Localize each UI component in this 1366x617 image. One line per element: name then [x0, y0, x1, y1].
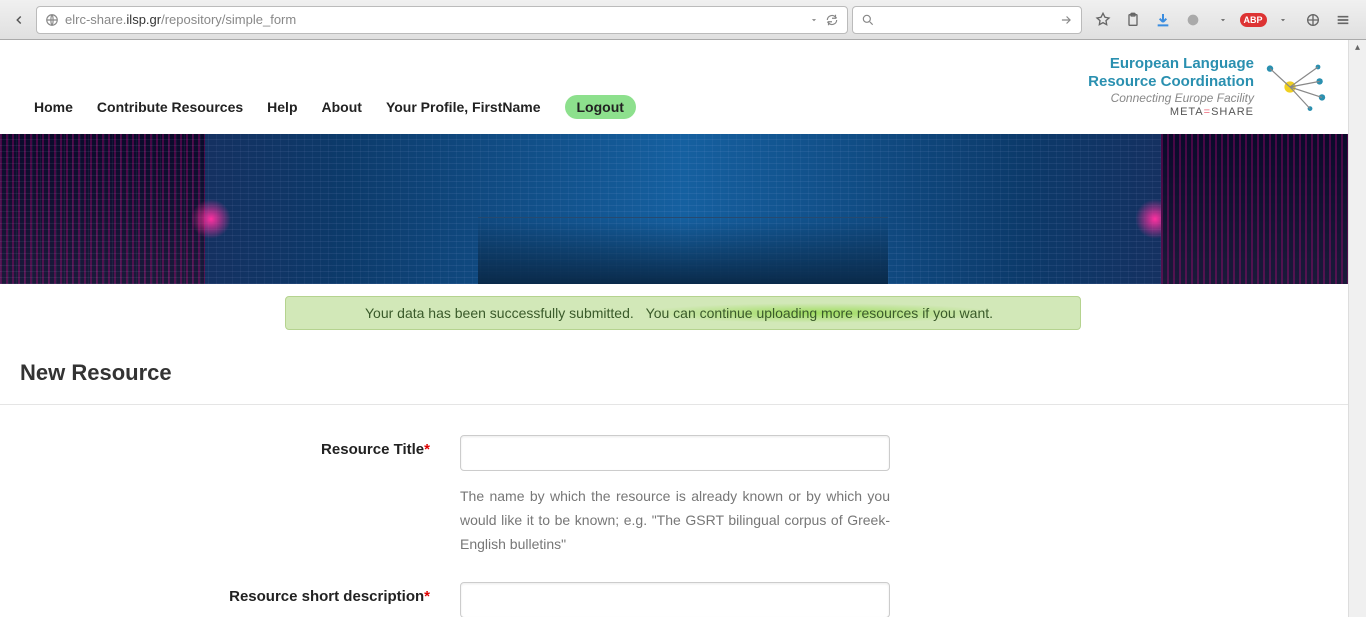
- search-icon: [861, 13, 875, 27]
- url-bar[interactable]: elrc-share.ilsp.gr/repository/simple_for…: [36, 6, 848, 34]
- logo-text: European Language Resource Coordination …: [1088, 55, 1254, 119]
- nav-profile[interactable]: Your Profile, FirstName: [386, 99, 541, 115]
- abp-icon[interactable]: ABP: [1242, 9, 1264, 31]
- dropdown-icon[interactable]: [809, 15, 819, 25]
- dropdown-arrow-icon[interactable]: [1272, 9, 1294, 31]
- nav-about[interactable]: About: [322, 99, 362, 115]
- dropdown-arrow-icon[interactable]: [1212, 9, 1234, 31]
- logout-button[interactable]: Logout: [565, 95, 636, 119]
- logo[interactable]: European Language Resource Coordination …: [1088, 55, 1326, 119]
- resource-short-desc-label: Resource short description*: [0, 582, 430, 617]
- browser-chrome: elrc-share.ilsp.gr/repository/simple_for…: [0, 0, 1366, 40]
- resource-short-desc-input[interactable]: [460, 582, 890, 617]
- nav-contribute[interactable]: Contribute Resources: [97, 99, 243, 115]
- logo-network-icon: [1262, 57, 1326, 117]
- arrow-left-icon: [12, 13, 26, 27]
- globe-icon: [45, 13, 59, 27]
- form-row-short-desc: Resource short description*: [0, 582, 1366, 617]
- resource-title-label: Resource Title*: [0, 435, 430, 556]
- back-button[interactable]: [6, 7, 32, 33]
- success-message: Your data has been successfully submitte…: [285, 296, 1081, 330]
- hero-banner-image: [0, 134, 1366, 284]
- page: Home Contribute Resources Help About You…: [0, 40, 1366, 617]
- main-nav: Home Contribute Resources Help About You…: [20, 95, 636, 119]
- browser-scrollbar[interactable]: ▴: [1348, 40, 1366, 617]
- scroll-up-icon[interactable]: ▴: [1349, 42, 1366, 53]
- bookmark-star-icon[interactable]: [1092, 9, 1114, 31]
- page-title: New Resource: [20, 360, 1346, 386]
- url-actions: [809, 13, 839, 27]
- form-row-title: Resource Title* The name by which the re…: [0, 435, 1366, 556]
- extension-globe-icon[interactable]: [1302, 9, 1324, 31]
- url-text: elrc-share.ilsp.gr/repository/simple_for…: [65, 12, 296, 27]
- success-text-2: You can continue uploading more resource…: [638, 303, 1001, 323]
- menu-icon[interactable]: [1332, 9, 1354, 31]
- browser-search-bar[interactable]: [852, 6, 1082, 34]
- arrow-right-icon[interactable]: [1059, 13, 1073, 27]
- browser-toolbar: ABP: [1086, 9, 1360, 31]
- reload-icon[interactable]: [825, 13, 839, 27]
- nav-home[interactable]: Home: [34, 99, 73, 115]
- success-text-1: Your data has been successfully submitte…: [365, 305, 638, 321]
- greasemonkey-icon[interactable]: [1182, 9, 1204, 31]
- download-icon[interactable]: [1152, 9, 1174, 31]
- resource-title-input[interactable]: [460, 435, 890, 471]
- resource-form: Resource Title* The name by which the re…: [0, 405, 1366, 617]
- page-title-section: New Resource: [0, 330, 1366, 405]
- nav-help[interactable]: Help: [267, 99, 297, 115]
- resource-title-help: The name by which the resource is alread…: [460, 485, 890, 556]
- site-header: Home Contribute Resources Help About You…: [0, 40, 1366, 134]
- clipboard-icon[interactable]: [1122, 9, 1144, 31]
